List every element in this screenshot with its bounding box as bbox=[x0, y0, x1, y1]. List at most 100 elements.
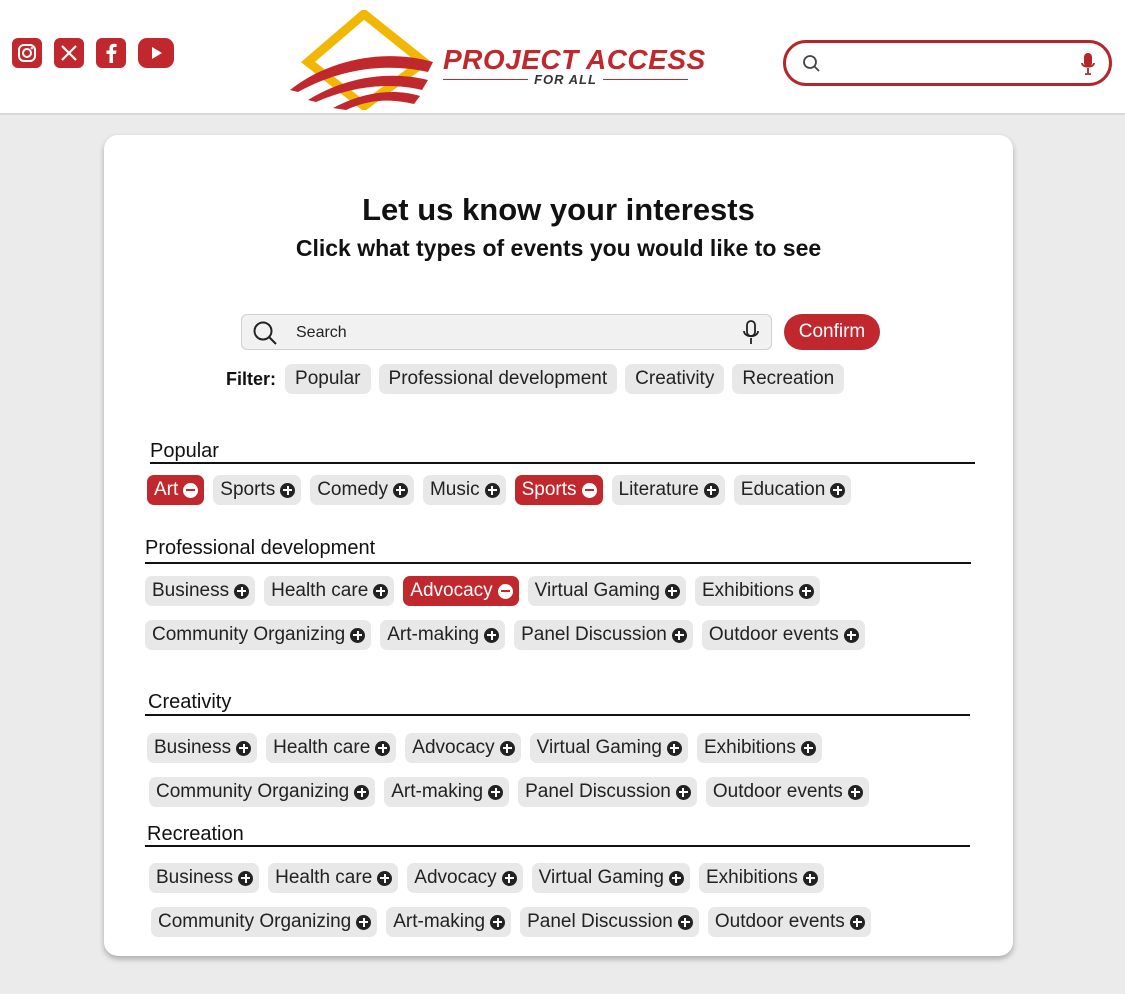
interest-chip-label: Health care bbox=[275, 867, 373, 888]
interest-chip-label: Virtual Gaming bbox=[534, 580, 660, 601]
interest-chip-outdoor-events[interactable]: Outdoor events bbox=[707, 907, 871, 937]
interest-chip-label: Sports bbox=[220, 479, 276, 500]
interest-chip-row: Community Organizing Art-making Panel Disc… bbox=[145, 620, 865, 650]
logo[interactable]: PROJECT ACCESS FOR ALL bbox=[288, 10, 705, 110]
interest-chip-comedy[interactable]: Comedy bbox=[310, 475, 414, 505]
interest-chip-health-care[interactable]: Health care bbox=[264, 576, 395, 606]
interest-chip-panel-discussion[interactable]: Panel Discussion bbox=[518, 777, 697, 807]
interest-chip-advocacy[interactable]: Advocacy bbox=[403, 576, 519, 606]
interest-chip-community-organizing[interactable]: Community Organizing bbox=[145, 620, 372, 650]
add-circle-icon bbox=[373, 583, 389, 599]
add-circle-icon bbox=[392, 482, 408, 498]
add-circle-icon bbox=[800, 740, 816, 756]
interest-chip-panel-discussion[interactable]: Panel Discussion bbox=[514, 620, 693, 650]
interest-chip-label: Business bbox=[154, 737, 232, 758]
interest-chip-sports[interactable]: Sports bbox=[213, 475, 302, 505]
interest-chip-label: Virtual Gaming bbox=[536, 737, 662, 758]
add-circle-icon bbox=[666, 740, 682, 756]
interest-chip-art-making[interactable]: Art-making bbox=[384, 777, 510, 807]
section-title-popular: Popular bbox=[150, 440, 219, 462]
interest-chip-art-making[interactable]: Art-making bbox=[380, 620, 506, 650]
interest-chip-label: Advocacy bbox=[414, 867, 497, 888]
interest-chip-label: Art-making bbox=[387, 624, 480, 645]
interest-chip-community-organizing[interactable]: Community Organizing bbox=[149, 777, 376, 807]
interest-chip-row: Business Health care Advocacy Virtual Gamin… bbox=[147, 733, 822, 763]
logo-sub-text: FOR ALL bbox=[534, 72, 597, 87]
interest-chip-label: Community Organizing bbox=[158, 911, 352, 932]
filter-label: Filter: bbox=[226, 368, 277, 389]
search-placeholder: Search bbox=[296, 324, 347, 341]
interest-chip-label: Literature bbox=[618, 479, 699, 500]
social-links bbox=[12, 38, 174, 68]
microphone-icon[interactable] bbox=[1081, 52, 1095, 76]
interest-chip-business[interactable]: Business bbox=[147, 733, 258, 763]
interest-chip-panel-discussion[interactable]: Panel Discussion bbox=[520, 907, 699, 937]
add-circle-icon bbox=[847, 784, 863, 800]
interest-chip-label: Virtual Gaming bbox=[538, 867, 664, 888]
filter-chip-recreation[interactable]: Recreation bbox=[732, 364, 845, 394]
interest-chip-label: Music bbox=[429, 479, 480, 500]
section-divider bbox=[145, 845, 970, 847]
add-circle-icon bbox=[280, 482, 296, 498]
interest-chip-art[interactable]: Art bbox=[147, 475, 205, 505]
interest-chip-virtual-gaming[interactable]: Virtual Gaming bbox=[531, 863, 690, 893]
interest-chip-label: Health care bbox=[273, 737, 371, 758]
youtube-icon[interactable] bbox=[138, 38, 174, 68]
confirm-button[interactable]: Confirm bbox=[784, 314, 880, 350]
filter-chip-creativity[interactable]: Creativity bbox=[625, 364, 725, 394]
interest-chip-education[interactable]: Education bbox=[733, 475, 852, 505]
section-divider bbox=[145, 714, 970, 716]
interest-chip-art-making[interactable]: Art-making bbox=[386, 907, 512, 937]
interest-chip-outdoor-events[interactable]: Outdoor events bbox=[705, 777, 869, 807]
filter-chip-professional-development[interactable]: Professional development bbox=[378, 364, 618, 394]
interest-chip-row: Business Health care Advocacy Virtual Gamin… bbox=[149, 863, 824, 893]
interest-search-input[interactable]: Search bbox=[241, 314, 772, 350]
add-circle-icon bbox=[675, 784, 691, 800]
interest-chip-exhibitions[interactable]: Exhibitions bbox=[694, 576, 820, 606]
add-circle-icon bbox=[234, 583, 250, 599]
interest-chip-music[interactable]: Music bbox=[422, 475, 506, 505]
interest-chip-label: Outdoor events bbox=[712, 781, 843, 802]
interest-chip-business[interactable]: Business bbox=[145, 576, 256, 606]
add-circle-icon bbox=[375, 740, 391, 756]
add-circle-icon bbox=[671, 627, 687, 643]
page-title: Let us know your interests bbox=[362, 192, 755, 227]
interest-chip-label: Business bbox=[152, 580, 230, 601]
interest-chip-virtual-gaming[interactable]: Virtual Gaming bbox=[527, 576, 686, 606]
header-search-input[interactable] bbox=[783, 40, 1112, 86]
interest-chip-health-care[interactable]: Health care bbox=[268, 863, 399, 893]
interest-chip-virtual-gaming[interactable]: Virtual Gaming bbox=[529, 733, 688, 763]
interest-chip-row: Art Sports Comedy Music Sports Literature Educ… bbox=[147, 475, 852, 505]
x-icon[interactable] bbox=[54, 38, 84, 68]
interest-chip-row: Community Organizing Art-making Panel Disc… bbox=[149, 777, 869, 807]
interest-chip-row: Community Organizing Art-making Panel Disc… bbox=[151, 907, 871, 937]
interest-chip-business[interactable]: Business bbox=[149, 863, 260, 893]
top-header: PROJECT ACCESS FOR ALL bbox=[0, 0, 1125, 115]
instagram-icon[interactable] bbox=[12, 38, 42, 68]
interest-chip-advocacy[interactable]: Advocacy bbox=[407, 863, 523, 893]
interest-chip-literature[interactable]: Literature bbox=[611, 475, 725, 505]
interest-chip-health-care[interactable]: Health care bbox=[266, 733, 397, 763]
interest-chip-sports[interactable]: Sports bbox=[514, 475, 603, 505]
interest-chip-label: Sports bbox=[521, 479, 577, 500]
filter-chip-popular[interactable]: Popular bbox=[285, 364, 371, 394]
interest-chip-advocacy[interactable]: Advocacy bbox=[405, 733, 521, 763]
add-circle-icon bbox=[499, 740, 515, 756]
interest-chip-community-organizing[interactable]: Community Organizing bbox=[151, 907, 378, 937]
logo-rule bbox=[602, 78, 688, 81]
facebook-icon[interactable] bbox=[96, 38, 126, 68]
microphone-icon[interactable] bbox=[741, 319, 761, 347]
add-circle-icon bbox=[501, 870, 517, 886]
add-circle-icon bbox=[490, 914, 506, 930]
interest-chip-label: Comedy bbox=[317, 479, 388, 500]
interest-chip-exhibitions[interactable]: Exhibitions bbox=[698, 863, 824, 893]
add-circle-icon bbox=[236, 740, 252, 756]
interest-chip-label: Panel Discussion bbox=[527, 911, 673, 932]
add-circle-icon bbox=[703, 482, 719, 498]
add-circle-icon bbox=[350, 627, 366, 643]
interest-chip-outdoor-events[interactable]: Outdoor events bbox=[701, 620, 865, 650]
add-circle-icon bbox=[830, 482, 846, 498]
interest-chip-label: Art bbox=[154, 479, 179, 500]
section-divider bbox=[150, 462, 975, 464]
interest-chip-exhibitions[interactable]: Exhibitions bbox=[696, 733, 822, 763]
